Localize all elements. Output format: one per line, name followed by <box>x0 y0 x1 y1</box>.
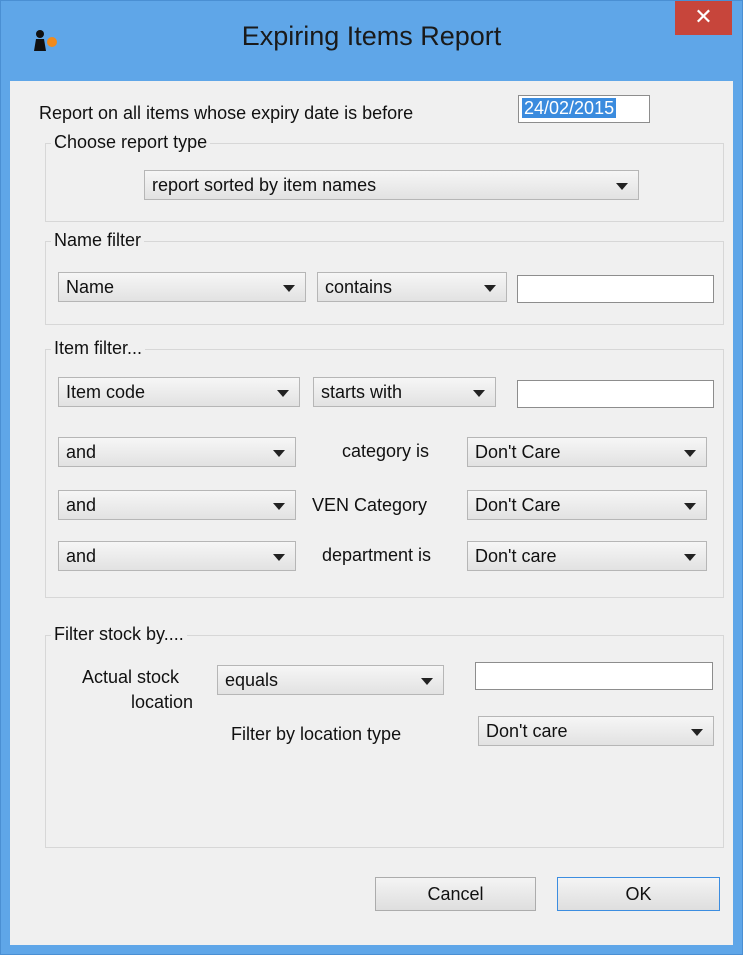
department-label: department is <box>322 545 432 565</box>
dialog-body: Report on all items whose expiry date is… <box>10 81 733 945</box>
chevron-down-icon <box>421 678 433 685</box>
category-connector-select[interactable]: and <box>58 437 296 467</box>
item-filter-field-value: Item code <box>66 382 146 402</box>
department-connector-select[interactable]: and <box>58 541 296 571</box>
location-type-value: Don't care <box>486 721 568 741</box>
expiry-date-value: 24/02/2015 <box>522 98 617 118</box>
chevron-down-icon <box>684 450 696 457</box>
item-filter-group-title: Item filter... <box>51 338 146 359</box>
title-bar[interactable]: Expiring Items Report ✕ <box>1 1 742 81</box>
chevron-down-icon <box>283 285 295 292</box>
department-select[interactable]: Don't care <box>467 541 707 571</box>
category-select[interactable]: Don't Care <box>467 437 707 467</box>
category-label: category is <box>342 441 430 461</box>
name-filter-value-input[interactable] <box>517 275 714 303</box>
close-icon: ✕ <box>694 4 713 29</box>
chevron-down-icon <box>691 729 703 736</box>
item-filter-value-input[interactable] <box>517 380 714 408</box>
name-filter-group-title: Name filter <box>51 230 145 251</box>
report-type-group-title: Choose report type <box>51 132 211 153</box>
ven-connector-value: and <box>66 495 97 515</box>
stock-location-label-line2: location <box>131 692 194 712</box>
chevron-down-icon <box>484 285 496 292</box>
chevron-down-icon <box>684 503 696 510</box>
chevron-down-icon <box>277 390 289 397</box>
name-filter-operator-select[interactable]: contains <box>317 272 507 302</box>
category-value: Don't Care <box>475 442 561 462</box>
ok-button[interactable]: OK <box>557 877 720 911</box>
chevron-down-icon <box>273 503 285 510</box>
category-connector-value: and <box>66 442 97 462</box>
window-title: Expiring Items Report <box>241 21 502 51</box>
ven-category-value: Don't Care <box>475 495 561 515</box>
chevron-down-icon <box>684 554 696 561</box>
chevron-down-icon <box>616 183 628 190</box>
name-filter-field-select[interactable]: Name <box>58 272 306 302</box>
item-filter-operator-value: starts with <box>321 382 403 402</box>
dialog-window: Expiring Items Report ✕ Report on all it… <box>0 0 743 955</box>
item-filter-operator-select[interactable]: starts with <box>313 377 496 407</box>
stock-location-operator-select[interactable]: equals <box>217 665 444 695</box>
report-type-value: report sorted by item names <box>152 175 377 195</box>
name-filter-group: Name filter Name contains <box>45 230 724 325</box>
expiry-date-input[interactable]: 24/02/2015 <box>518 95 650 123</box>
expiry-date-label: Report on all items whose expiry date is… <box>39 103 414 123</box>
ven-connector-select[interactable]: and <box>58 490 296 520</box>
report-type-group: Choose report type report sorted by item… <box>45 132 724 222</box>
cancel-button[interactable]: Cancel <box>375 877 536 911</box>
chevron-down-icon <box>273 554 285 561</box>
chevron-down-icon <box>473 390 485 397</box>
name-filter-operator-value: contains <box>325 277 393 297</box>
chevron-down-icon <box>273 450 285 457</box>
close-button[interactable]: ✕ <box>675 1 732 35</box>
ven-category-label: VEN Category <box>312 495 428 515</box>
stock-location-operator-value: equals <box>225 670 279 690</box>
name-filter-field-value: Name <box>66 277 115 297</box>
stock-location-value-input[interactable] <box>475 662 713 690</box>
stock-filter-group: Filter stock by.... Actual stock locatio… <box>45 624 724 848</box>
report-type-select[interactable]: report sorted by item names <box>144 170 639 200</box>
item-filter-group: Item filter... Item code starts with and… <box>45 338 724 598</box>
location-type-label: Filter by location type <box>231 724 402 744</box>
stock-filter-group-title: Filter stock by.... <box>51 624 187 645</box>
item-filter-field-select[interactable]: Item code <box>58 377 300 407</box>
ven-category-select[interactable]: Don't Care <box>467 490 707 520</box>
department-value: Don't care <box>475 546 557 566</box>
stock-location-label-line1: Actual stock <box>82 667 180 687</box>
location-type-select[interactable]: Don't care <box>478 716 714 746</box>
department-connector-value: and <box>66 546 97 566</box>
